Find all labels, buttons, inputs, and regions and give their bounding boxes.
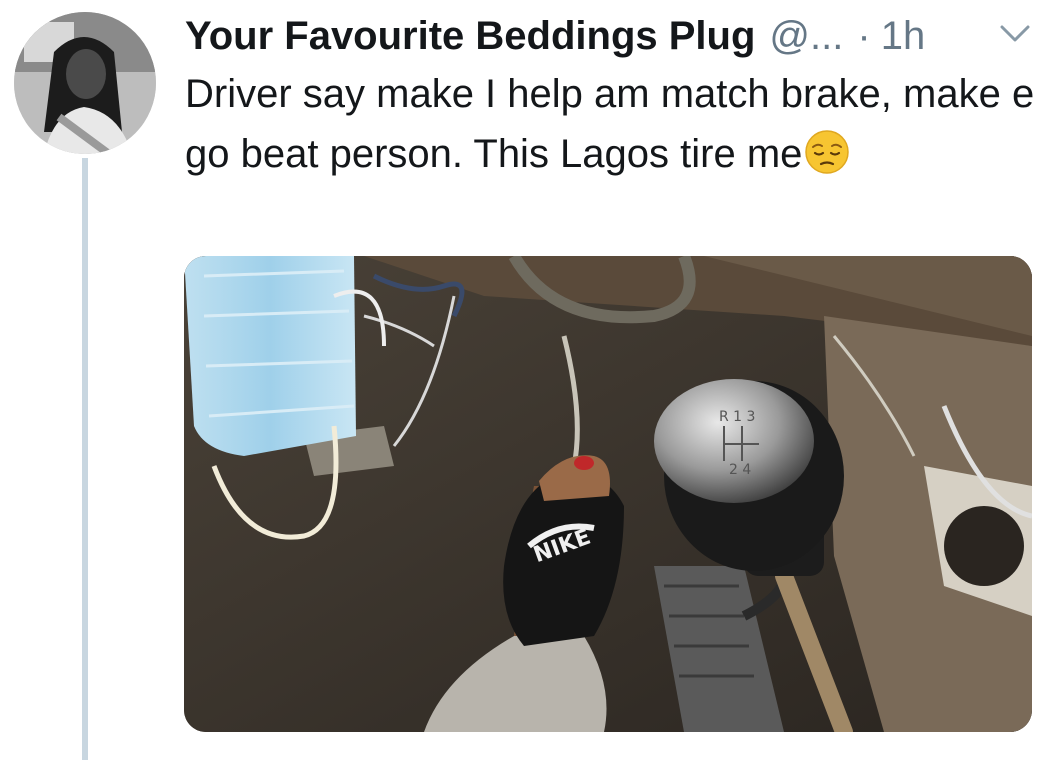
- tweet-body: Driver say make I help am match brake, m…: [185, 64, 1045, 184]
- pensive-face-emoji-icon: [804, 129, 850, 175]
- thread-line: [82, 158, 88, 760]
- avatar[interactable]: [14, 12, 156, 154]
- tweet-header: Your Favourite Beddings Plug @... · 1h: [185, 10, 925, 62]
- chevron-down-icon[interactable]: [998, 22, 1032, 46]
- tweet-media-photo[interactable]: R 1 3 2 4 NIKE: [184, 256, 1032, 732]
- separator-dot: ·: [857, 14, 871, 58]
- display-name[interactable]: Your Favourite Beddings Plug: [185, 10, 755, 62]
- timestamp[interactable]: 1h: [881, 10, 926, 62]
- car-interior-photo: R 1 3 2 4 NIKE: [184, 256, 1032, 732]
- shift-pattern-top: R 1 3: [719, 409, 755, 425]
- tweet-text: Driver say make I help am match brake, m…: [185, 72, 1035, 176]
- user-handle[interactable]: @...: [769, 10, 843, 62]
- shift-pattern-bottom: 2 4: [729, 462, 751, 478]
- avatar-photo: [14, 12, 156, 154]
